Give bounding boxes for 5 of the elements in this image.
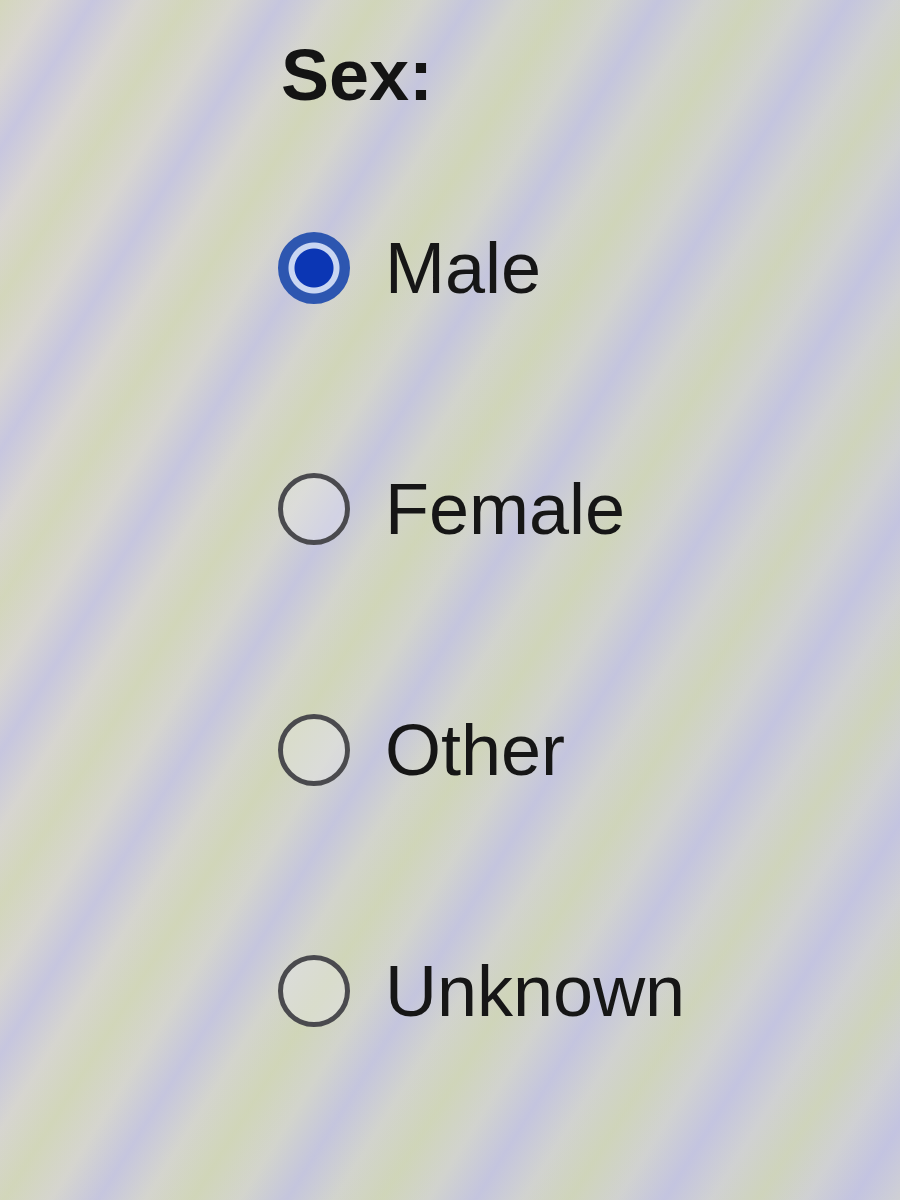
- radio-label[interactable]: Female: [385, 469, 626, 549]
- radio-label[interactable]: Unknown: [385, 951, 686, 1031]
- radio-label[interactable]: Male: [385, 228, 542, 308]
- field-label: Sex:: [281, 35, 434, 115]
- radio-label[interactable]: Other: [385, 710, 566, 790]
